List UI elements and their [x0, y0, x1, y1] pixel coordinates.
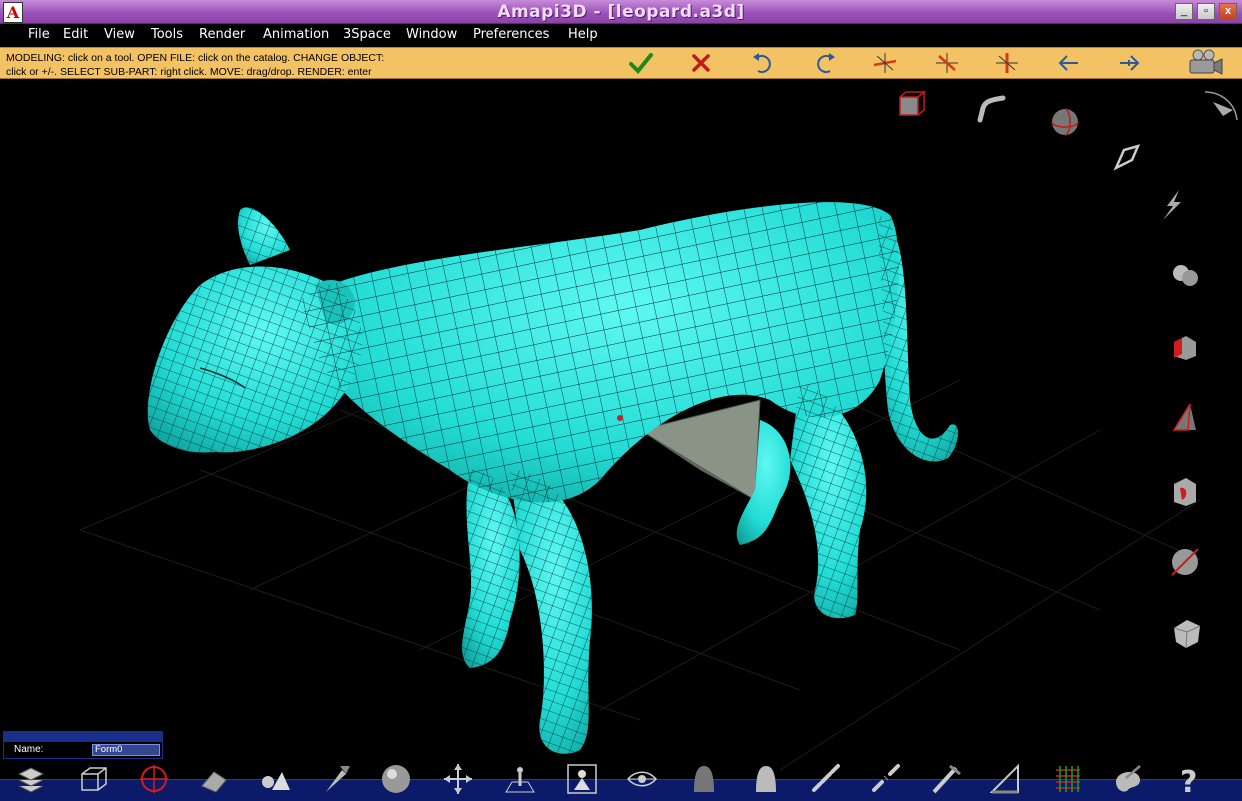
camera-render-icon[interactable] — [1184, 48, 1224, 78]
name-panel-header — [3, 731, 163, 741]
measure-tool-icon[interactable] — [930, 762, 962, 796]
object-name-field[interactable]: Form0 — [92, 744, 160, 756]
menu-preferences[interactable]: Preferences — [473, 27, 549, 42]
extrude-tool-icon[interactable] — [1168, 330, 1202, 364]
bend-tool-icon[interactable] — [975, 92, 1009, 126]
hint-line-1: MODELING: click on a tool. OPEN FILE: cl… — [6, 52, 385, 64]
window-title: Amapi3D - [leopard.a3d] — [497, 2, 745, 22]
menu-render[interactable]: Render — [199, 27, 245, 42]
menu-edit[interactable]: Edit — [63, 27, 88, 42]
triangle-tool-icon[interactable] — [1168, 400, 1202, 434]
axis-z-icon[interactable] — [994, 51, 1020, 75]
name-label: Name: — [14, 744, 44, 755]
selected-vertex[interactable] — [617, 415, 623, 421]
menu-animation[interactable]: Animation — [263, 27, 329, 42]
cancel-x-icon[interactable] — [688, 51, 714, 75]
window-corner-icon[interactable] — [1205, 88, 1239, 122]
name-panel-body: Name: Form0 — [3, 741, 163, 759]
arrow-right-icon[interactable] — [1116, 51, 1142, 75]
cut-sphere-tool-icon[interactable] — [1168, 545, 1202, 579]
menu-3space[interactable]: 3Space — [343, 27, 391, 42]
hint-text: MODELING: click on a tool. OPEN FILE: cl… — [6, 51, 406, 79]
menu-view[interactable]: View — [104, 27, 135, 42]
move-cross-icon[interactable] — [442, 762, 474, 796]
cube-catalog-icon[interactable] — [893, 89, 927, 123]
arrow-left-icon[interactable] — [1056, 51, 1082, 75]
close-button[interactable]: x — [1219, 3, 1237, 20]
leopard-model[interactable] — [147, 202, 959, 754]
pointer-tool-icon[interactable] — [320, 762, 352, 796]
svg-text:?: ? — [1180, 765, 1197, 796]
portrait-view-icon[interactable] — [566, 762, 598, 796]
polyhedron-tool-icon[interactable] — [1170, 616, 1204, 650]
eye-view-icon[interactable] — [626, 762, 658, 796]
blob-tool-icon[interactable] — [1168, 258, 1202, 292]
menu-bar: File Edit View Tools Render Animation 3S… — [0, 24, 1242, 47]
menu-help[interactable]: Help — [568, 27, 598, 42]
sphere-tool-icon[interactable] — [1048, 105, 1082, 139]
lightning-tool-icon[interactable] — [1155, 188, 1189, 222]
ghost-dark-icon[interactable] — [688, 762, 720, 796]
grid-figure-icon[interactable] — [504, 762, 536, 796]
object-name-panel: Name: Form0 — [3, 731, 163, 759]
menu-window[interactable]: Window — [406, 27, 457, 42]
chain-broken-icon[interactable] — [870, 762, 902, 796]
color-grid-icon[interactable] — [1052, 762, 1084, 796]
title-bar: A Amapi3D - [leopard.a3d] _ ▫ x — [0, 0, 1242, 24]
undo-icon[interactable] — [750, 51, 776, 75]
triangle-ruler-icon[interactable] — [990, 762, 1022, 796]
menu-tools[interactable]: Tools — [151, 27, 183, 42]
restore-button[interactable]: ▫ — [1197, 3, 1215, 20]
target-icon[interactable] — [138, 762, 170, 796]
help-question-icon[interactable]: ? — [1174, 762, 1206, 796]
layers-icon[interactable] — [15, 762, 47, 796]
terrain-icon[interactable] — [258, 762, 290, 796]
palette-icon[interactable] — [1112, 762, 1144, 796]
wire-cube-icon[interactable] — [78, 762, 110, 796]
axis-y-icon[interactable] — [934, 51, 960, 75]
wire-tool-icon[interactable] — [1110, 140, 1144, 174]
chain-link-icon[interactable] — [810, 762, 842, 796]
hint-line-2: click or +/-. SELECT SUB-PART: right cli… — [6, 66, 372, 78]
3d-viewport[interactable] — [0, 79, 1242, 779]
fillet-tool-icon[interactable] — [1168, 474, 1202, 508]
ghost-light-icon[interactable] — [750, 762, 782, 796]
scene-render[interactable] — [0, 79, 1242, 779]
eraser-icon[interactable] — [198, 762, 230, 796]
redo-icon[interactable] — [812, 51, 838, 75]
menu-file[interactable]: File — [28, 27, 50, 42]
minimize-button[interactable]: _ — [1175, 3, 1193, 20]
axis-x-icon[interactable] — [872, 51, 898, 75]
confirm-check-icon[interactable] — [628, 51, 654, 75]
sphere-icon[interactable] — [380, 762, 412, 796]
